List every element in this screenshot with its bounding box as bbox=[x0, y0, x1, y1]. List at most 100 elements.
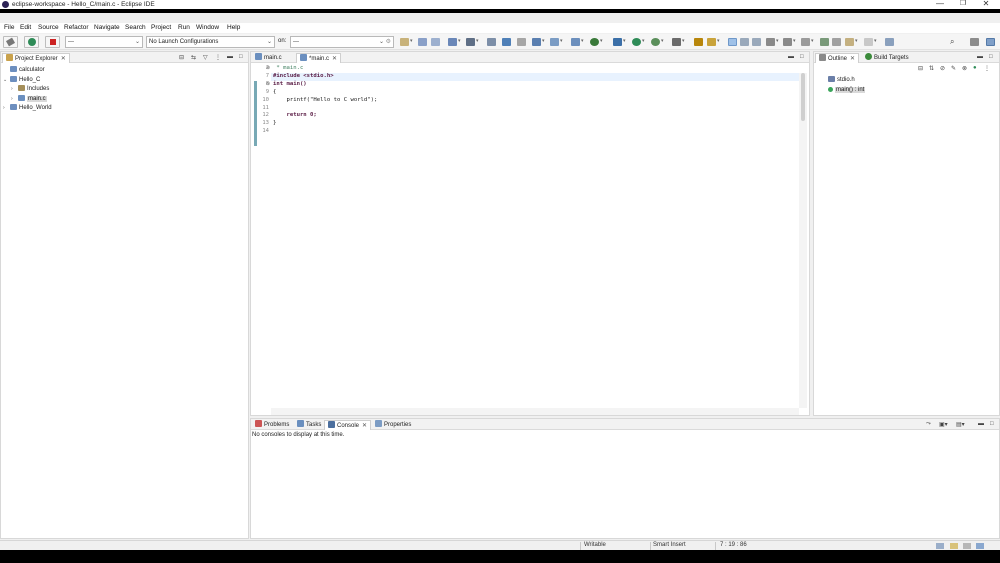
maximize-button[interactable]: ❐ bbox=[953, 0, 973, 9]
tree-item[interactable]: calculator bbox=[1, 66, 45, 75]
menu-run[interactable]: Run bbox=[178, 24, 190, 31]
run-icon[interactable] bbox=[632, 38, 641, 46]
menu-edit[interactable]: Edit bbox=[20, 24, 31, 31]
coverage-icon[interactable] bbox=[651, 38, 660, 46]
chevron-down-icon[interactable]: ▾ bbox=[717, 38, 720, 44]
minimize-icon[interactable]: ▬ bbox=[227, 54, 233, 60]
pin-editor-icon[interactable] bbox=[885, 38, 894, 46]
filter-icon[interactable]: ▽ bbox=[203, 54, 208, 61]
chevron-down-icon[interactable]: ▾ bbox=[600, 38, 603, 44]
tab-problems[interactable]: Problems bbox=[252, 420, 292, 430]
collapse-all-icon[interactable]: ⊟ bbox=[918, 65, 923, 72]
back-icon[interactable] bbox=[820, 38, 829, 46]
view-menu-icon[interactable]: ⋮ bbox=[984, 65, 990, 72]
menu-project[interactable]: Project bbox=[151, 24, 171, 31]
tab-outline[interactable]: Outline ✕ bbox=[815, 53, 860, 63]
new-c-project-icon[interactable] bbox=[448, 38, 457, 46]
print-icon[interactable] bbox=[487, 38, 496, 46]
chevron-right-icon[interactable]: › bbox=[11, 95, 18, 104]
new-icon[interactable] bbox=[400, 38, 409, 46]
vertical-scrollbar[interactable] bbox=[799, 73, 807, 408]
menu-search[interactable]: Search bbox=[125, 24, 146, 31]
tab-tasks[interactable]: Tasks bbox=[294, 420, 324, 430]
close-icon[interactable]: ✕ bbox=[61, 56, 66, 62]
search-icon[interactable]: ⌕ bbox=[950, 37, 954, 47]
maximize-icon[interactable]: □ bbox=[989, 54, 993, 60]
heap-status-icon[interactable] bbox=[963, 543, 971, 549]
build-all-icon[interactable] bbox=[466, 38, 475, 46]
launch-button[interactable] bbox=[24, 36, 39, 48]
view-menu-icon[interactable]: ⋮ bbox=[215, 54, 221, 61]
maximize-icon[interactable]: □ bbox=[990, 421, 994, 427]
build-button[interactable] bbox=[3, 36, 18, 48]
debug-icon[interactable] bbox=[590, 38, 599, 46]
profile-icon[interactable] bbox=[613, 38, 622, 46]
new-source-folder-icon[interactable] bbox=[550, 38, 559, 46]
collapse-all-icon[interactable]: ⊟ bbox=[179, 54, 184, 61]
close-icon[interactable]: ✕ bbox=[332, 56, 337, 62]
chevron-down-icon[interactable]: ▾ bbox=[476, 38, 479, 44]
tip-icon[interactable] bbox=[976, 543, 984, 549]
stop-button[interactable] bbox=[45, 36, 60, 48]
notification-icon[interactable] bbox=[950, 543, 958, 549]
hide-non-public-icon[interactable]: ⊗ bbox=[962, 65, 967, 72]
link-with-editor-icon[interactable]: ⇆ bbox=[191, 54, 196, 61]
pin-console-icon[interactable]: ⤳ bbox=[926, 421, 931, 428]
chevron-down-icon[interactable]: ▾ bbox=[623, 38, 626, 44]
tree-item[interactable]: › Includes bbox=[1, 85, 49, 94]
toggle-mark-occurrences-icon[interactable] bbox=[728, 38, 737, 46]
terminal-icon[interactable] bbox=[502, 38, 511, 46]
chevron-down-icon[interactable]: ▾ bbox=[542, 38, 545, 44]
close-window-button[interactable]: ✕ bbox=[976, 0, 996, 9]
tree-item[interactable]: ⌄ Hello_C bbox=[1, 75, 40, 85]
close-icon[interactable]: ✕ bbox=[850, 56, 855, 62]
horizontal-scrollbar[interactable] bbox=[271, 408, 799, 415]
chevron-down-icon[interactable]: ▾ bbox=[811, 38, 814, 44]
forward-history-icon[interactable] bbox=[864, 38, 873, 46]
hide-fields-icon[interactable]: ⊘ bbox=[940, 65, 945, 72]
save-icon[interactable] bbox=[418, 38, 427, 46]
open-task-icon[interactable] bbox=[707, 38, 716, 46]
scrollbar-thumb[interactable] bbox=[801, 73, 805, 121]
close-icon[interactable]: ✕ bbox=[362, 423, 367, 429]
fold-collapse-icon[interactable]: ⊖ bbox=[266, 81, 270, 87]
outline-item[interactable]: main() : int bbox=[814, 86, 866, 95]
menu-navigate[interactable]: Navigate bbox=[94, 24, 120, 31]
group-includes-icon[interactable]: ● bbox=[973, 65, 977, 71]
tab-main-c-dirty[interactable]: *main.c ✕ bbox=[296, 53, 342, 63]
hide-static-icon[interactable]: ✎ bbox=[951, 65, 956, 72]
chevron-down-icon[interactable]: ▾ bbox=[661, 38, 664, 44]
next-annotation-icon[interactable] bbox=[766, 38, 775, 46]
forward-icon[interactable] bbox=[832, 38, 841, 46]
build-config-combo[interactable]: --- ⌄ bbox=[65, 36, 143, 48]
minimize-button[interactable]: — bbox=[930, 0, 950, 9]
tab-project-explorer[interactable]: Project Explorer ✕ bbox=[2, 53, 70, 63]
toggle-word-wrap-icon[interactable] bbox=[740, 38, 749, 46]
display-console-icon[interactable]: ▣▾ bbox=[939, 421, 948, 428]
menu-file[interactable]: File bbox=[4, 24, 14, 31]
chevron-down-icon[interactable]: ▾ bbox=[581, 38, 584, 44]
new-class-icon[interactable] bbox=[532, 38, 541, 46]
minimize-icon[interactable]: ▬ bbox=[788, 54, 794, 60]
chevron-right-icon[interactable]: › bbox=[3, 104, 10, 113]
chevron-down-icon[interactable]: ▾ bbox=[776, 38, 779, 44]
fold-expand-icon[interactable]: ⊕ bbox=[266, 65, 270, 71]
maximize-icon[interactable]: □ bbox=[239, 54, 243, 60]
menu-window[interactable]: Window bbox=[196, 24, 219, 31]
chevron-down-icon[interactable]: ▾ bbox=[682, 38, 685, 44]
tab-console[interactable]: Console ✕ bbox=[324, 420, 372, 430]
open-type-icon[interactable] bbox=[694, 38, 703, 46]
sort-icon[interactable]: ⇅ bbox=[929, 65, 934, 72]
launch-config-combo[interactable]: No Launch Configurations ⌄ bbox=[146, 36, 275, 48]
chevron-down-icon[interactable]: ▾ bbox=[793, 38, 796, 44]
last-edit-icon[interactable] bbox=[801, 38, 810, 46]
menu-source[interactable]: Source bbox=[38, 24, 59, 31]
tab-build-targets[interactable]: Build Targets bbox=[862, 53, 912, 63]
chevron-down-icon[interactable]: ▾ bbox=[642, 38, 645, 44]
show-whitespace-icon[interactable] bbox=[752, 38, 761, 46]
minimize-icon[interactable]: ▬ bbox=[977, 54, 983, 60]
open-perspective-icon[interactable] bbox=[970, 38, 979, 46]
chevron-right-icon[interactable]: › bbox=[11, 85, 18, 94]
new-file-icon[interactable] bbox=[571, 38, 580, 46]
chevron-down-icon[interactable]: ▾ bbox=[410, 38, 413, 44]
